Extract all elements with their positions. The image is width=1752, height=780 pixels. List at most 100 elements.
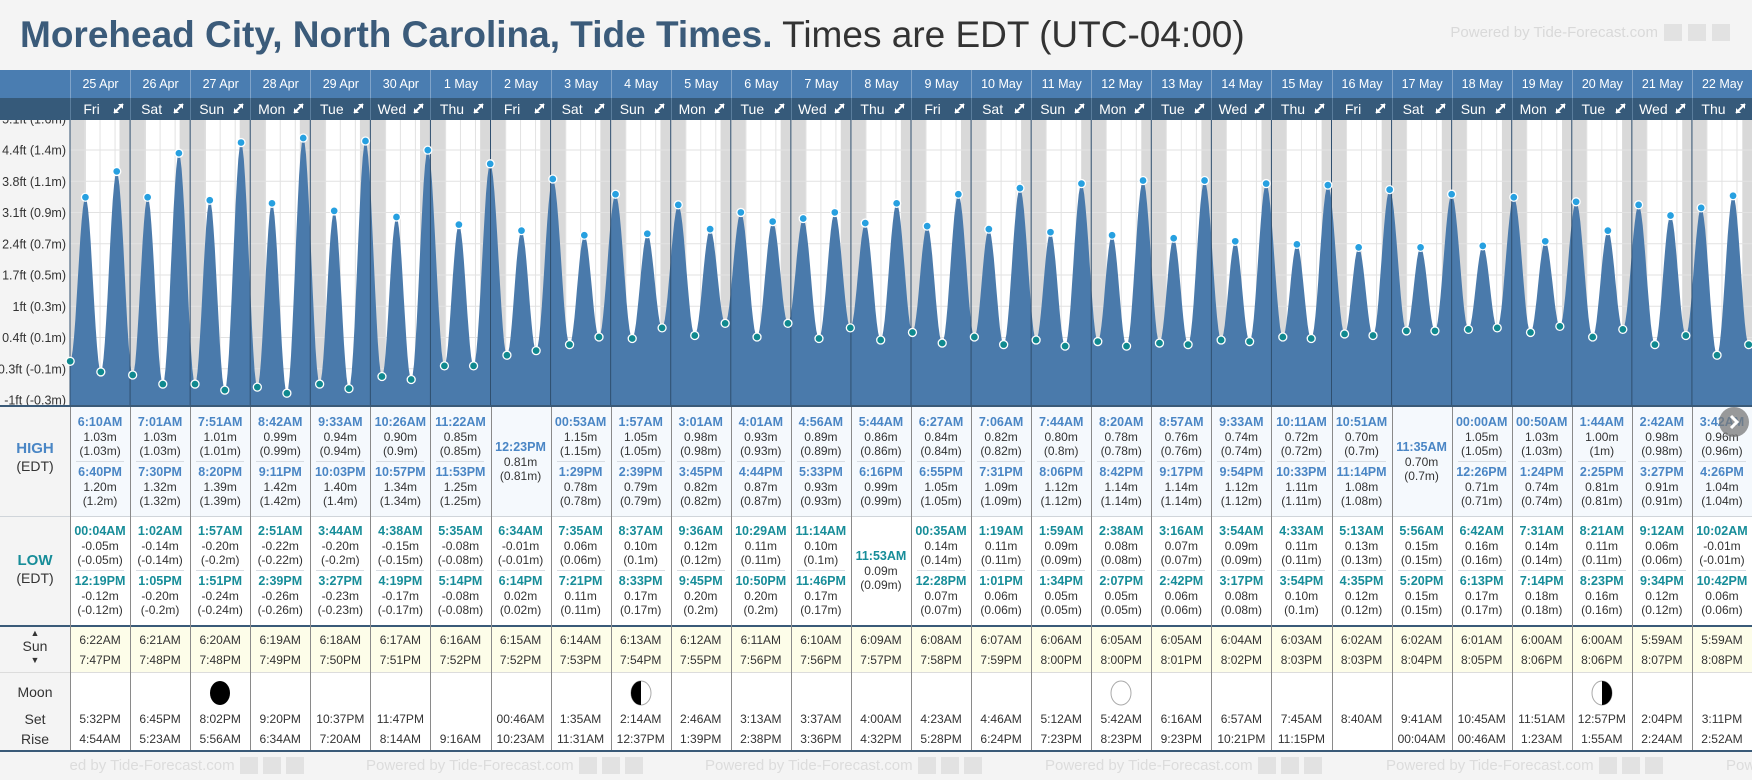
high-tide-time: 7:51AM (197, 415, 243, 429)
tide-height: 0.87m (744, 480, 778, 494)
expand-icon[interactable] (1434, 102, 1447, 115)
expand-icon[interactable] (472, 102, 485, 115)
expand-icon[interactable] (1253, 102, 1266, 115)
expand-icon[interactable] (773, 102, 786, 115)
day-header[interactable]: Sun (610, 98, 671, 120)
next-days-button[interactable] (1719, 407, 1749, 437)
low-tide-point (1306, 333, 1316, 344)
column-separator (1271, 407, 1273, 750)
expand-icon[interactable] (172, 102, 185, 115)
day-header[interactable]: Sun (1031, 98, 1091, 120)
entry-separator (1217, 570, 1266, 571)
column-separator (1451, 407, 1453, 750)
entry-separator (1637, 461, 1686, 462)
day-header[interactable]: Thu (850, 98, 911, 120)
expand-icon[interactable] (1013, 102, 1026, 115)
day-header[interactable]: Wed (1631, 98, 1692, 120)
expand-icon[interactable] (1193, 102, 1206, 115)
day-header[interactable]: Wed (1211, 98, 1271, 120)
sunrise-time: 6:00AM (1581, 633, 1623, 647)
tide-height: 1.05m (623, 430, 658, 444)
tide-height: 0.89m (804, 430, 838, 444)
day-header[interactable]: Fri (70, 98, 130, 120)
low-tide-point (564, 339, 575, 350)
day-header[interactable]: Wed (370, 98, 430, 120)
day-header[interactable]: Tue (1151, 98, 1211, 120)
expand-icon[interactable] (533, 102, 546, 115)
column-separator (1571, 407, 1573, 750)
day-header[interactable]: Tue (730, 98, 791, 120)
tide-height-alt: (0.9m) (383, 444, 418, 458)
tide-height-alt: (0.12m) (1641, 603, 1683, 617)
day-header[interactable]: Thu (430, 98, 490, 120)
expand-icon[interactable] (112, 102, 125, 115)
expand-icon[interactable] (412, 102, 425, 115)
tide-height-alt: (0.71m) (1461, 494, 1503, 508)
low-tide-time: 8:21AM (1579, 524, 1625, 538)
expand-icon[interactable] (953, 102, 966, 115)
expand-icon[interactable] (1554, 102, 1567, 115)
day-header[interactable]: Fri (911, 98, 971, 120)
tide-height: 0.06m (1705, 589, 1739, 603)
expand-icon[interactable] (1374, 102, 1387, 115)
day-header[interactable]: Wed (790, 98, 851, 120)
high-tide-time: 1:24PM (1519, 465, 1564, 479)
expand-icon[interactable] (1133, 102, 1146, 115)
expand-icon[interactable] (292, 102, 305, 115)
expand-icon[interactable] (1734, 102, 1747, 115)
low-tide-point (314, 379, 325, 389)
day-header[interactable]: Fri (1331, 98, 1392, 120)
low-tide-point (876, 335, 886, 345)
footer-watermark-text: Powered by Tide-Forecast.com (1726, 757, 1752, 774)
moon-label: Moon (17, 684, 53, 700)
high-tide-point (1015, 183, 1025, 193)
day-header[interactable]: Sat (1391, 98, 1452, 120)
tide-height: 0.17m (804, 589, 838, 603)
day-header[interactable]: Mon (1511, 98, 1572, 120)
day-header[interactable]: Tue (310, 98, 370, 120)
entry-separator (1337, 461, 1386, 462)
tide-height: 0.80m (1044, 430, 1078, 444)
tide-height-alt: (0.72m) (1280, 444, 1323, 458)
tide-height: 1.20m (83, 480, 117, 494)
day-header[interactable]: Sun (190, 98, 250, 120)
expand-icon[interactable] (352, 102, 365, 115)
day-header[interactable]: Tue (1571, 98, 1632, 120)
expand-icon[interactable] (1614, 102, 1627, 115)
expand-icon[interactable] (893, 102, 906, 115)
tide-height: 0.85m (443, 430, 478, 444)
day-header[interactable]: Sat (130, 98, 190, 120)
footer-watermark: Powered by Tide-Forecast.com (1045, 757, 1322, 774)
high-tide-point (205, 195, 215, 205)
day-header[interactable]: Mon (670, 98, 731, 120)
tide-height-alt: (0.99m) (259, 444, 301, 458)
day-header[interactable]: Sun (1451, 98, 1512, 120)
expand-icon[interactable] (1313, 102, 1326, 115)
day-header[interactable]: Mon (1091, 98, 1151, 120)
tide-height: 0.94m (323, 430, 357, 444)
day-header[interactable]: Fri (490, 98, 551, 120)
date-header: 5 May (670, 70, 731, 98)
day-header[interactable]: Thu (1271, 98, 1331, 120)
expand-icon[interactable] (653, 102, 666, 115)
expand-icon[interactable] (713, 102, 726, 115)
day-header[interactable]: Sat (971, 98, 1031, 120)
expand-icon[interactable] (1494, 102, 1507, 115)
expand-icon[interactable] (833, 102, 846, 115)
expand-icon[interactable] (1073, 102, 1086, 115)
expand-icon[interactable] (593, 102, 606, 115)
day-header[interactable]: Mon (250, 98, 310, 120)
expand-icon[interactable] (1674, 102, 1687, 115)
expand-icon[interactable] (232, 102, 245, 115)
moonset-time: 2:14AM (619, 712, 662, 726)
low-tide-point (1492, 323, 1502, 333)
day-header[interactable]: Thu (1691, 98, 1752, 120)
footer-watermarks: Powered by Tide-Forecast.com Powered by T… (70, 751, 1752, 780)
high-tide-time: 11:22AM (435, 415, 486, 429)
low-tide-point (1339, 329, 1350, 339)
entry-separator (376, 461, 425, 462)
low-tide-point (1525, 327, 1536, 338)
wave-logo-icon (917, 757, 936, 774)
low-tide-point (937, 338, 947, 348)
day-header[interactable]: Sat (550, 98, 611, 120)
